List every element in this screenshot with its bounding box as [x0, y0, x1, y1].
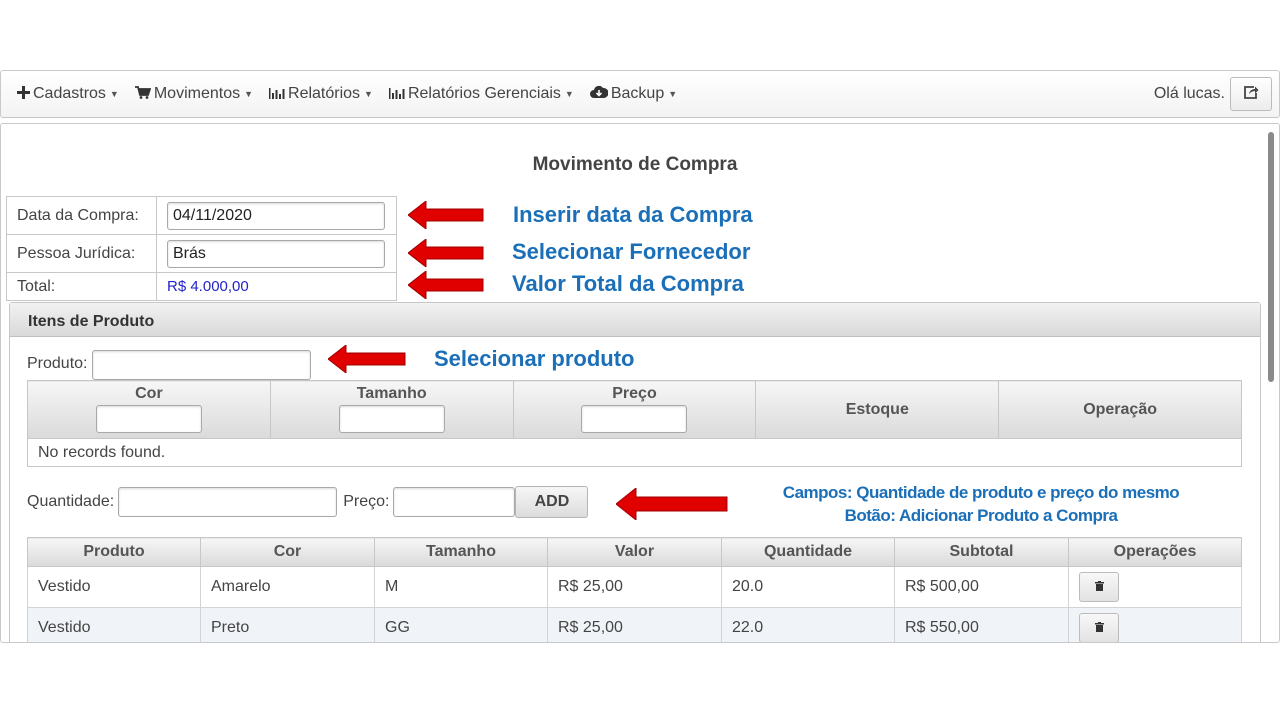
- arrow-left-icon: [616, 488, 728, 520]
- data-compra-input[interactable]: [167, 201, 385, 230]
- caret-down-icon: ▼: [668, 89, 678, 99]
- page-title: Movimento de Compra: [532, 154, 738, 175]
- menu-relatorios-gerenciais[interactable]: Relatórios Gerenciais ▼: [388, 85, 574, 103]
- total-value: R$ 4.000,00: [167, 277, 249, 295]
- user-greeting: Olá lucas.: [1153, 85, 1225, 102]
- menu-movimentos[interactable]: Movimentos ▼: [134, 85, 254, 103]
- add-button[interactable]: ADD: [515, 486, 589, 518]
- share-out-icon: [1243, 84, 1259, 104]
- annotation-data: Inserir data da Compra: [513, 202, 753, 227]
- col-estoque: Estoque: [755, 380, 1000, 439]
- cor-filter-input[interactable]: [95, 404, 202, 433]
- annotation-campos-line1: Campos: Quantidade de produto e preço do…: [782, 483, 1180, 502]
- menu-relatorios-gerenciais-label: Relatórios Gerenciais: [407, 85, 561, 102]
- trash-icon: [1094, 619, 1104, 637]
- col-tamanho: Tamanho: [374, 537, 548, 567]
- cell-quantidade: 22.0: [721, 607, 895, 642]
- arrow-left-icon: [408, 239, 484, 267]
- cart-icon: [134, 85, 152, 103]
- arrow-left-icon: [408, 201, 484, 229]
- annotation-campos-line2: Botão: Adicionar Produto a Compra: [844, 506, 1118, 525]
- itens-produto-header: Itens de Produto: [10, 303, 1260, 337]
- items-table-header: Produto Cor Tamanho Valor Quantidade Sub…: [27, 537, 1242, 567]
- caret-down-icon: ▼: [564, 89, 574, 99]
- produto-input[interactable]: [92, 350, 311, 380]
- cell-quantidade: 20.0: [721, 566, 895, 608]
- data-compra-label: Data da Compra:: [6, 196, 157, 235]
- menu-relatorios[interactable]: Relatórios ▼: [269, 85, 373, 103]
- pessoa-juridica-label: Pessoa Jurídica:: [6, 234, 157, 273]
- caret-down-icon: ▼: [109, 89, 119, 99]
- table-row: Vestido Amarelo M R$ 25,00 20.0 R$ 500,0…: [27, 566, 1242, 608]
- menu-backup[interactable]: Backup ▼: [589, 85, 678, 103]
- preco-input[interactable]: [393, 487, 516, 517]
- tamanho-filter-input[interactable]: [338, 404, 445, 433]
- cell-produto: Vestido: [27, 566, 201, 608]
- product-search-table: Cor Tamanho Preço Estoque Operação No re…: [27, 380, 1242, 467]
- preco-label: Preço:: [343, 493, 390, 510]
- table-row: Vestido Preto GG R$ 25,00 22.0 R$ 550,00: [27, 607, 1242, 642]
- annotation-fornecedor: Selecionar Fornecedor: [512, 239, 751, 264]
- col-cor: Cor: [200, 537, 375, 567]
- col-quantidade: Quantidade: [721, 537, 895, 567]
- cloud-download-icon: [589, 85, 609, 103]
- delete-button[interactable]: [1079, 572, 1119, 602]
- caret-down-icon: ▼: [244, 89, 254, 99]
- empty-message: No records found.: [27, 438, 1242, 467]
- menu-movimentos-label: Movimentos: [153, 85, 241, 102]
- quantidade-label: Quantidade:: [27, 493, 115, 510]
- purchase-info-table: Data da Compra: Pessoa Jurídica: Total: …: [6, 196, 397, 301]
- cell-valor: R$ 25,00: [547, 566, 722, 608]
- pessoa-juridica-input[interactable]: [167, 239, 385, 268]
- col-operacoes: Operações: [1068, 537, 1242, 567]
- menu-cadastros[interactable]: Cadastros ▼: [17, 85, 119, 103]
- top-menubar: Cadastros ▼ Movimentos ▼ Relatórios ▼ Re…: [0, 70, 1280, 118]
- cell-cor: Preto: [200, 607, 375, 642]
- col-valor: Valor: [547, 537, 722, 567]
- cell-tamanho: GG: [374, 607, 548, 642]
- main-panel: Movimento de Compra Data da Compra: Pess…: [0, 123, 1280, 643]
- col-preco: Preço: [512, 380, 757, 439]
- cell-tamanho: M: [374, 566, 548, 608]
- col-cor: Cor: [27, 380, 271, 439]
- annotation-produto: Selecionar produto: [434, 346, 635, 371]
- bar-chart-icon: [388, 86, 405, 103]
- caret-down-icon: ▼: [364, 89, 373, 99]
- cell-produto: Vestido: [27, 607, 201, 642]
- arrow-left-icon: [328, 345, 406, 373]
- col-tamanho: Tamanho: [269, 380, 514, 439]
- preco-filter-input[interactable]: [581, 404, 688, 433]
- total-label: Total:: [6, 272, 157, 301]
- cell-valor: R$ 25,00: [547, 607, 722, 642]
- menu-backup-label: Backup: [610, 85, 665, 102]
- quantity-row: Quantidade: Preço: ADD: [27, 486, 589, 518]
- annotation-total: Valor Total da Compra: [512, 271, 744, 296]
- cell-subtotal: R$ 500,00: [894, 566, 1069, 608]
- annotation-campos: Campos: Quantidade de produto e preço do…: [746, 481, 1216, 527]
- plus-icon: [17, 85, 30, 103]
- cell-cor: Amarelo: [200, 566, 375, 608]
- cell-subtotal: R$ 550,00: [894, 607, 1069, 642]
- arrow-left-icon: [408, 271, 484, 299]
- bar-chart-icon: [269, 86, 285, 103]
- col-subtotal: Subtotal: [894, 537, 1069, 567]
- delete-button[interactable]: [1079, 613, 1119, 642]
- items-table: Produto Cor Tamanho Valor Quantidade Sub…: [27, 537, 1242, 642]
- col-produto: Produto: [27, 537, 201, 567]
- col-operacao: Operação: [998, 380, 1242, 439]
- trash-icon: [1094, 578, 1104, 596]
- logout-button[interactable]: [1230, 77, 1272, 111]
- quantidade-input[interactable]: [118, 487, 338, 517]
- produto-label: Produto:: [27, 355, 88, 372]
- menu-relatorios-label: Relatórios: [288, 85, 361, 102]
- menu-cadastros-label: Cadastros: [33, 85, 106, 102]
